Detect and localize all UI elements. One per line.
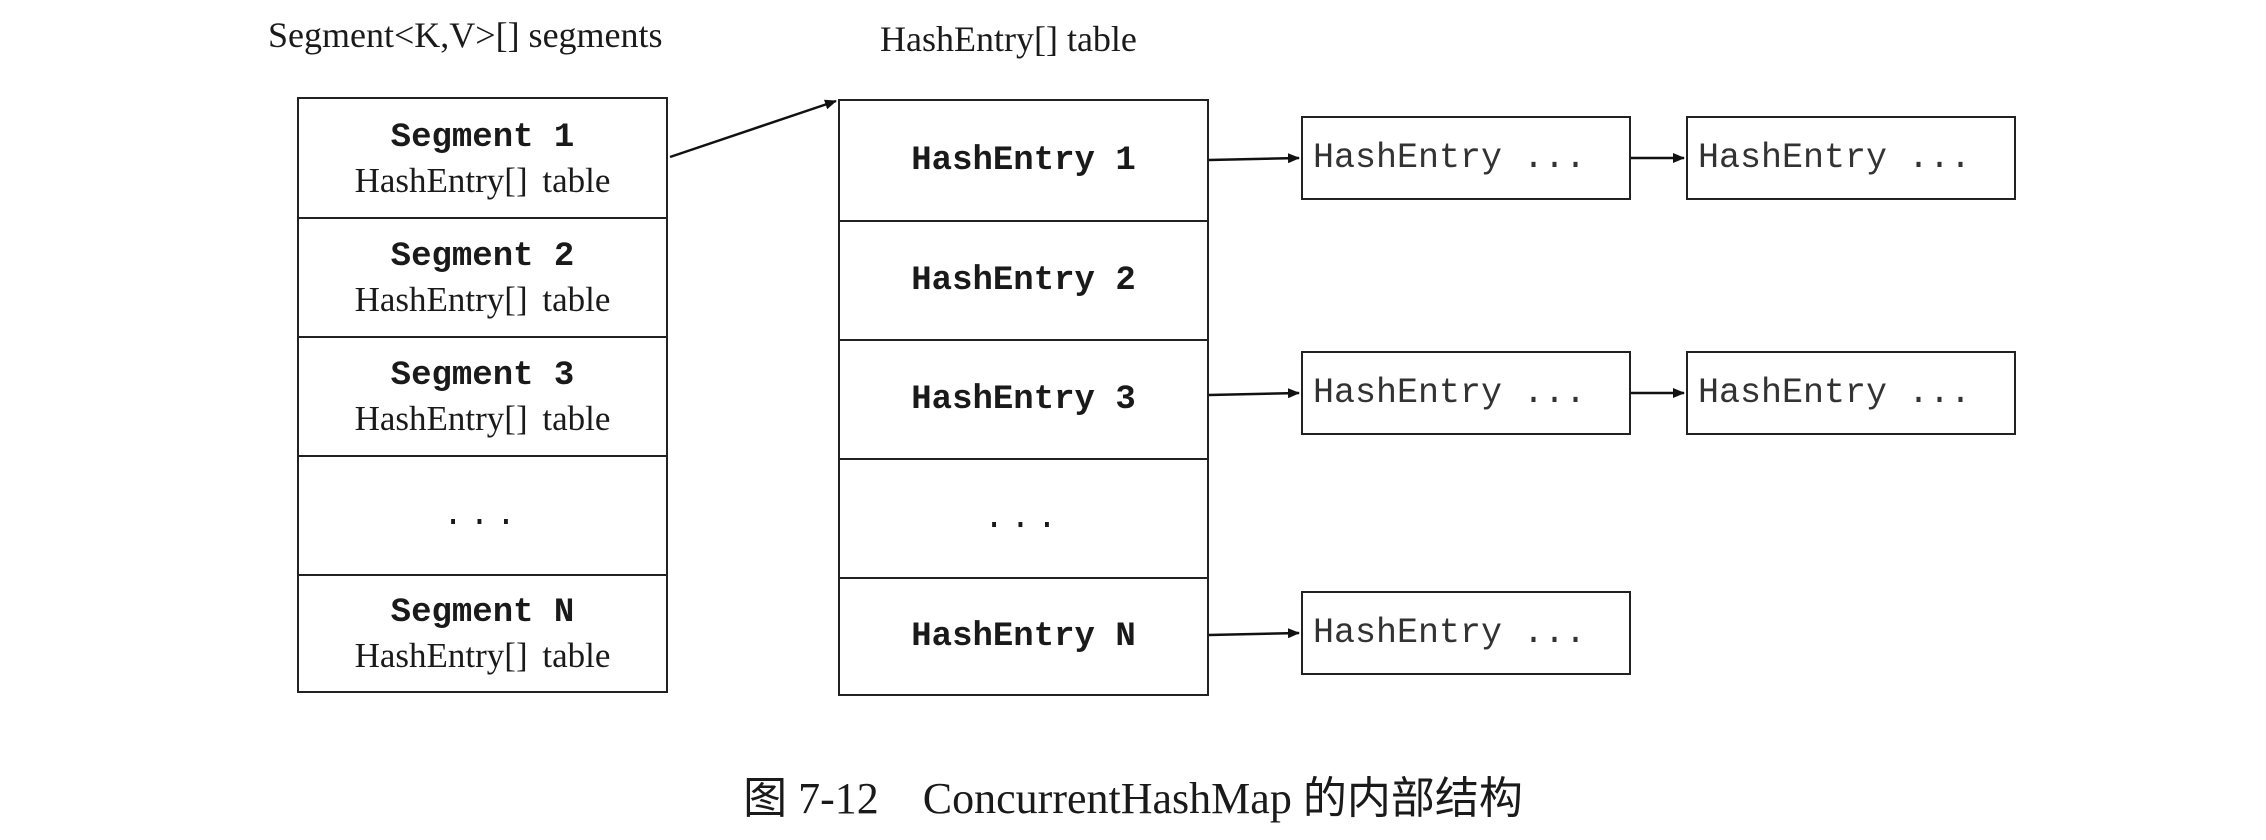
hashentry-table-array: HashEntry 1 HashEntry 2 HashEntry 3 ... …: [838, 99, 1209, 696]
segment-cell-n: Segment N HashEntry[] table: [299, 574, 666, 692]
hashentry-cell-n: HashEntry N: [840, 577, 1207, 695]
segment-title: Segment 1: [390, 118, 575, 157]
figure-caption: 图 7-12 ConcurrentHashMap 的内部结构: [743, 774, 1523, 823]
segment-cell-3: Segment 3 HashEntry[] table: [299, 336, 666, 455]
chain-node-row1-second: HashEntry ...: [1686, 116, 2016, 200]
chain-node-row3-second: HashEntry ...: [1686, 351, 2016, 435]
entry1-to-node-arrow: [1208, 153, 1300, 164]
segment-subtitle: HashEntry[] table: [354, 279, 611, 319]
segment-cell-2: Segment 2 HashEntry[] table: [299, 217, 666, 336]
segments-array: Segment 1 HashEntry[] table Segment 2 Ha…: [297, 97, 668, 693]
hashentry-title: HashEntry N: [911, 618, 1136, 656]
table-array-label: HashEntry[] table: [880, 19, 1137, 59]
segment-cell-1: Segment 1 HashEntry[] table: [299, 99, 666, 218]
segment-title: Segment 2: [390, 237, 575, 276]
chain-node-rown-first: HashEntry ...: [1301, 591, 1631, 675]
hashentry-title: HashEntry 1: [911, 142, 1136, 180]
chain-node-row1-first: HashEntry ...: [1301, 116, 1631, 200]
entryn-to-node-arrow: [1208, 628, 1300, 639]
segment-subtitle: HashEntry[] table: [354, 398, 611, 438]
hashentry-cell-3: HashEntry 3: [840, 339, 1207, 458]
entry3-to-node-arrow: [1208, 388, 1300, 399]
segment-title: Segment 3: [390, 356, 575, 395]
segment-to-table-arrow: [669, 99, 837, 159]
hashentry-cell-1: HashEntry 1: [840, 101, 1207, 221]
segment-title: Segment N: [390, 594, 575, 632]
segment-cell-ellipsis: ...: [299, 455, 666, 574]
hashentry-title: HashEntry 3: [911, 380, 1136, 419]
hashentry-cell-ellipsis: ...: [840, 458, 1207, 577]
ellipsis: ...: [983, 499, 1064, 538]
ellipsis: ...: [442, 496, 523, 535]
hashentry-title: HashEntry 2: [911, 261, 1136, 300]
hashentry-cell-2: HashEntry 2: [840, 220, 1207, 339]
segments-array-label: Segment<K,V>[] segments: [268, 15, 663, 55]
chain-node-row3-first: HashEntry ...: [1301, 351, 1631, 435]
segment-subtitle: HashEntry[] table: [354, 636, 611, 675]
segment-subtitle: HashEntry[] table: [354, 160, 611, 200]
